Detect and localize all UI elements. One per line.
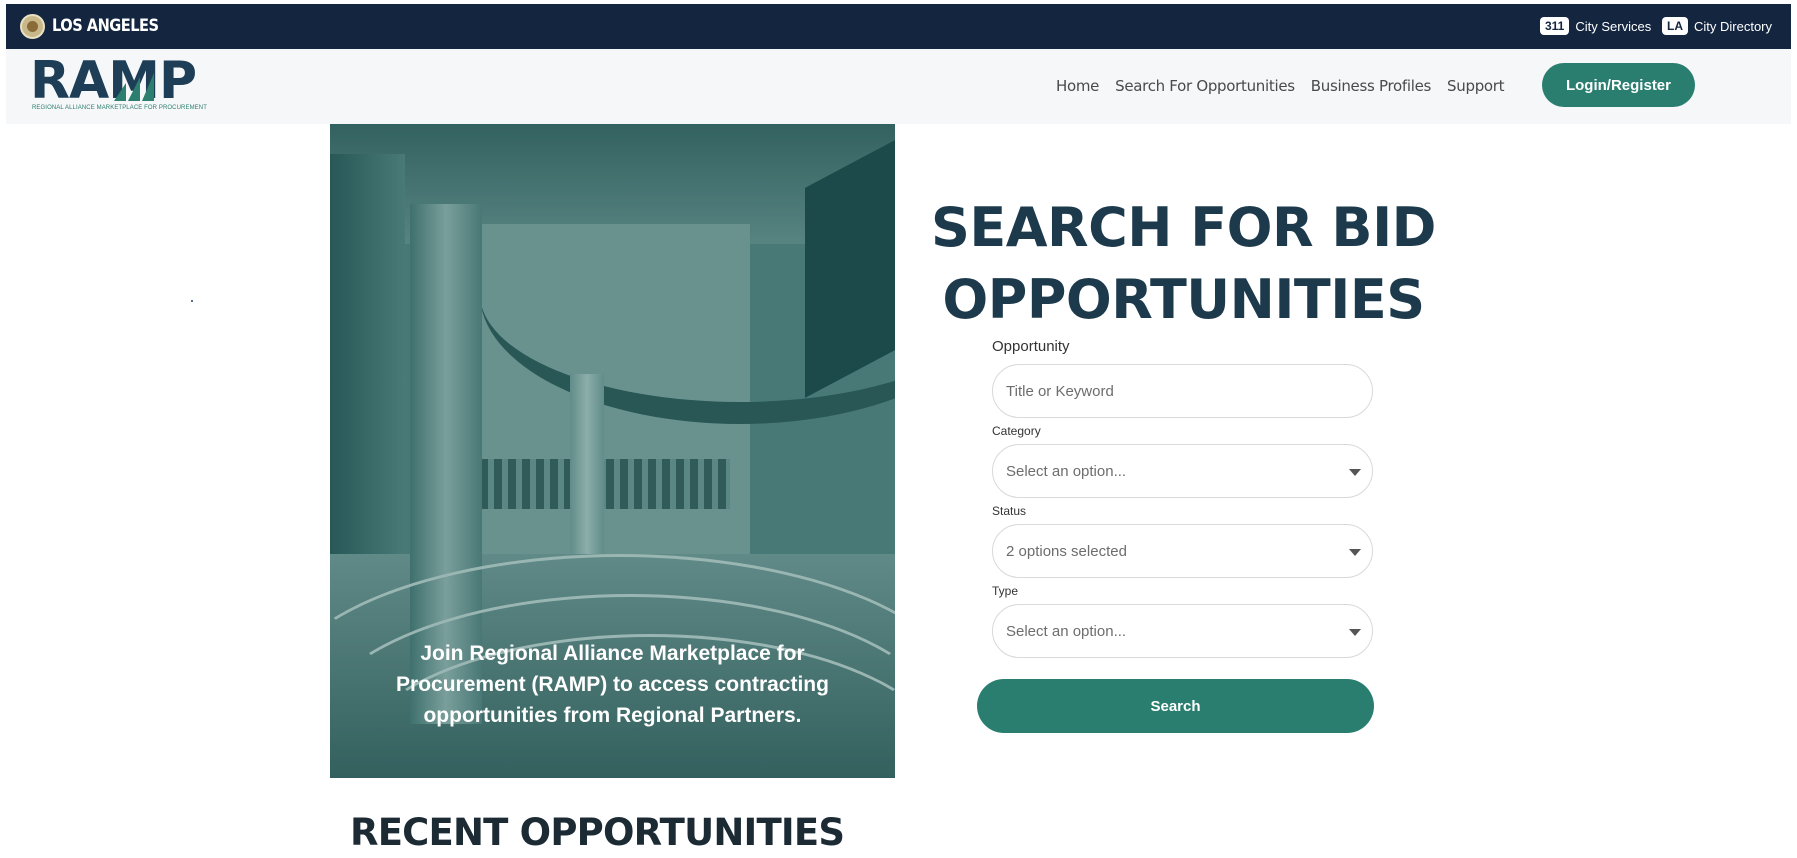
city-services-label: City Services [1575,18,1652,34]
city-directory-link[interactable]: LA City Directory [1662,17,1772,35]
opportunity-input[interactable]: Title or Keyword [992,364,1373,418]
nav-search-opportunities[interactable]: Search For Opportunities [1115,77,1295,95]
type-select[interactable]: Select an option... [992,604,1373,658]
nav-home[interactable]: Home [1056,77,1099,95]
status-value: 2 options selected [1006,542,1127,560]
city-bar: LOS ANGELES 311 City Services LA City Di… [6,4,1791,49]
chevron-down-icon [1349,629,1361,636]
city-directory-badge: LA [1662,17,1688,35]
logo-bars-icon [114,73,154,101]
main-header: RAMP REGIONAL ALLIANCE MARKETPLACE FOR P… [6,49,1791,124]
category-value: Select an option... [1006,462,1127,480]
chevron-down-icon [1349,469,1361,476]
type-label: Type [992,584,1019,598]
search-title-line1: SEARCH FOR BID [930,196,1437,259]
recent-opportunities-heading: RECENT OPPORTUNITIES [350,811,845,854]
login-register-button[interactable]: Login/Register [1542,63,1695,107]
nav-support[interactable]: Support [1447,77,1505,95]
city-directory-label: City Directory [1694,18,1773,34]
city-services-link[interactable]: 311 City Services [1540,17,1651,35]
search-title: SEARCH FOR BID OPPORTUNITIES [916,192,1451,336]
search-title-line2: OPPORTUNITIES [942,268,1425,331]
opportunity-label: Opportunity [992,338,1070,355]
status-select[interactable]: 2 options selected [992,524,1373,578]
category-select[interactable]: Select an option... [992,444,1373,498]
city-services-badge: 311 [1540,17,1570,35]
category-label: Category [992,424,1041,438]
page: LOS ANGELES 311 City Services LA City Di… [6,4,1791,858]
primary-nav: Home Search For Opportunities Business P… [1056,77,1520,95]
status-label: Status [992,504,1027,518]
city-name[interactable]: LOS ANGELES [52,16,159,36]
hero-image: Join Regional Alliance Marketplace for P… [330,124,895,778]
ramp-logo[interactable]: RAMP REGIONAL ALLIANCE MARKETPLACE FOR P… [30,51,207,115]
hero-tagline: Join Regional Alliance Marketplace for P… [396,642,829,727]
type-value: Select an option... [1006,622,1127,640]
city-seal-icon[interactable] [20,14,45,39]
chevron-down-icon [1349,549,1361,556]
opportunity-placeholder: Title or Keyword [1006,382,1114,400]
logo-subtitle: REGIONAL ALLIANCE MARKETPLACE FOR PROCUR… [32,105,207,111]
nav-business-profiles[interactable]: Business Profiles [1311,77,1432,95]
search-button[interactable]: Search [977,679,1374,733]
stray-dot [191,300,193,302]
